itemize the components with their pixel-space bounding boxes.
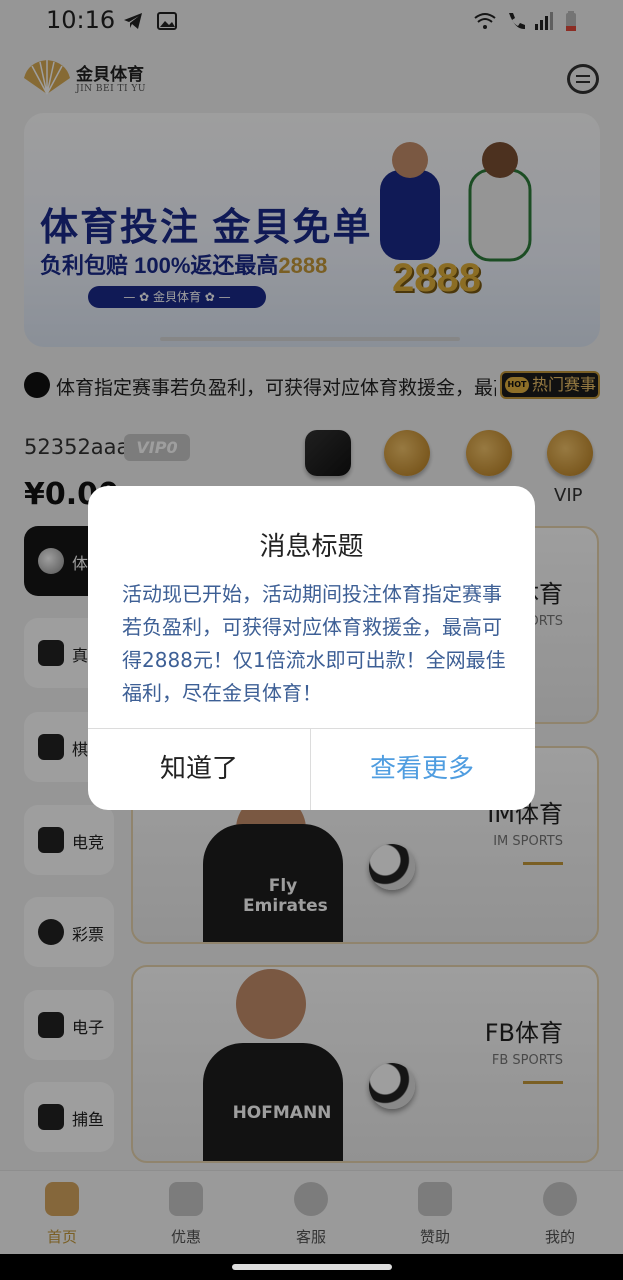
dialog-title: 消息标题 [259,532,364,562]
view-more-button[interactable]: 查看更多 [311,729,533,810]
dialog-message: 活动现已开始，活动期间投注体育指定赛事若负盈利，可获得对应体育救援金，最高可得2… [122,582,506,705]
message-dialog: 消息标题 活动现已开始，活动期间投注体育指定赛事若负盈利，可获得对应体育救援金，… [88,486,535,810]
got-it-button[interactable]: 知道了 [88,729,310,810]
home-indicator[interactable] [232,1264,392,1270]
